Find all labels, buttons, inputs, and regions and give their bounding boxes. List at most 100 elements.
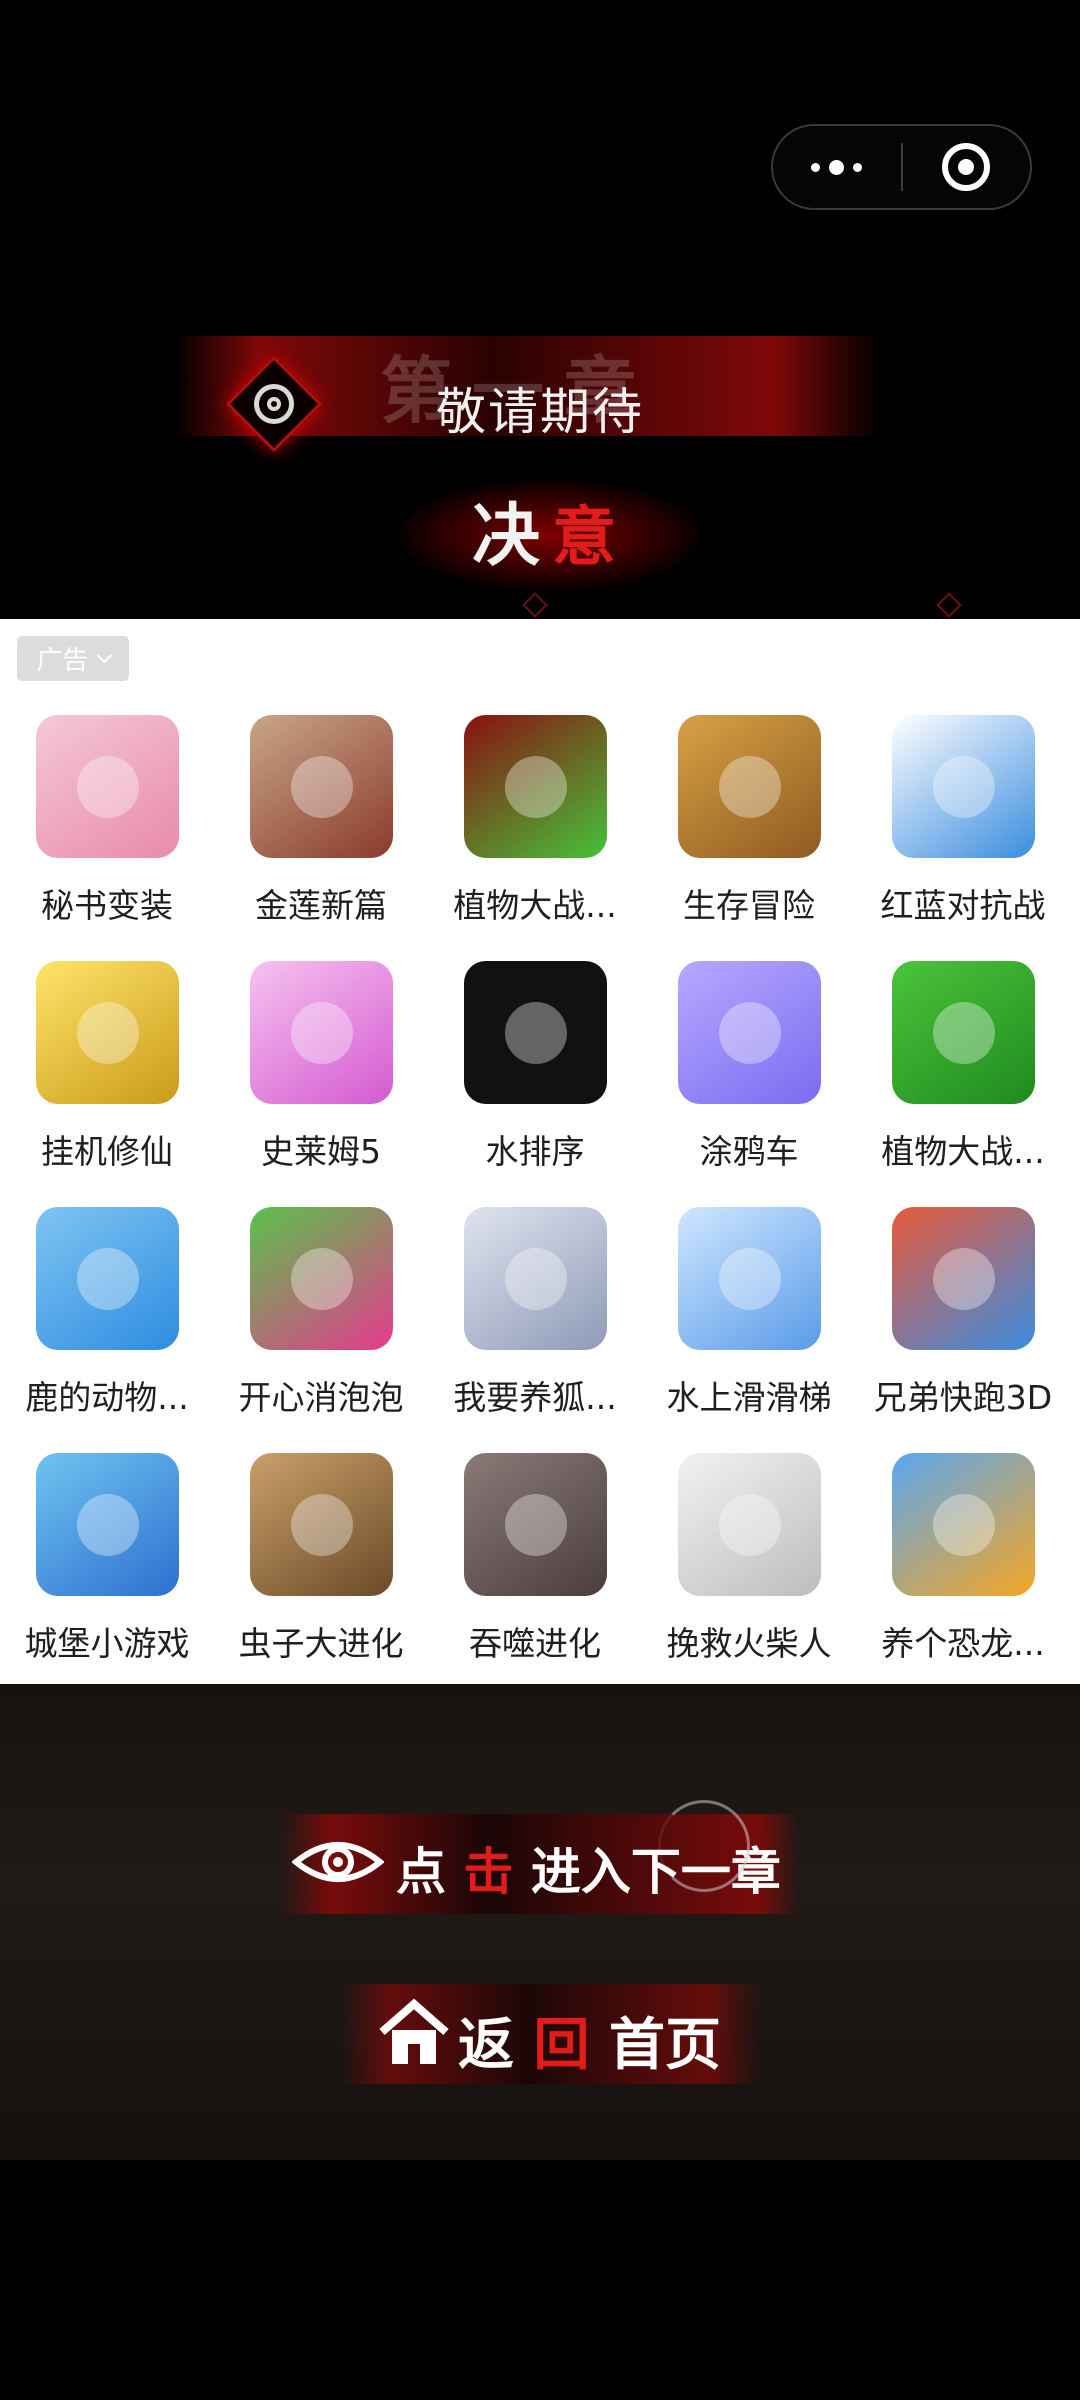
app-label: 植物大战...: [881, 1132, 1045, 1171]
fox-girl-icon: [464, 1207, 607, 1350]
icon-art: [718, 755, 781, 818]
app-tile[interactable]: 生存冒险: [642, 715, 856, 961]
resolve-glow: [400, 480, 700, 590]
app-tile[interactable]: 涂鸦车: [642, 961, 856, 1207]
icon-art: [718, 1001, 781, 1064]
app-tile[interactable]: 植物大战...: [856, 961, 1070, 1207]
runners-icon: [892, 1207, 1035, 1350]
icon-art: [718, 1493, 781, 1556]
app-tile[interactable]: 开心消泡泡: [214, 1207, 428, 1453]
home-label-part1: 返: [458, 2012, 514, 2078]
icon-art: [504, 1247, 567, 1310]
app-label: 水排序: [485, 1132, 585, 1171]
cultivation-icon: [36, 961, 179, 1104]
app-label: 史莱姆5: [261, 1132, 381, 1171]
app-tile[interactable]: 挽救火柴人: [642, 1453, 856, 1699]
app-label: 植物大战...: [453, 886, 617, 925]
app-label: 红蓝对抗战: [880, 886, 1046, 925]
icon-art: [504, 1001, 567, 1064]
dino-icon: [892, 1453, 1035, 1596]
castle-icon: [36, 1453, 179, 1596]
chapter-banner: 第一章 敬请期待 决 意: [0, 300, 1080, 620]
app-tile[interactable]: 养个恐龙...: [856, 1453, 1070, 1699]
app-tile[interactable]: 水上滑滑梯: [642, 1207, 856, 1453]
icon-art: [504, 1493, 567, 1556]
app-label: 吞噬进化: [469, 1624, 601, 1663]
doodle-car-icon: [678, 961, 821, 1104]
icon-art: [76, 1001, 139, 1064]
app-tile[interactable]: 城堡小游戏: [0, 1453, 214, 1699]
app-label: 鹿的动物...: [25, 1378, 189, 1417]
icon-art: [932, 1247, 995, 1310]
icon-art: [932, 1001, 995, 1064]
crowd-icon: [892, 715, 1035, 858]
eye-icon: [292, 1842, 384, 1882]
app-tile[interactable]: 虫子大进化: [214, 1453, 428, 1699]
app-tile[interactable]: 秘书变装: [0, 715, 214, 961]
ad-tag[interactable]: 广告: [17, 636, 129, 681]
lady-icon: [250, 715, 393, 858]
chevron-down-icon: [96, 647, 112, 664]
icon-art: [932, 755, 995, 818]
next-label-part2: 击: [463, 1842, 514, 1901]
miniprogram-capsule: [771, 124, 1032, 210]
slime-icon: [250, 961, 393, 1104]
resolve-title-part2: 意: [552, 500, 616, 575]
app-label: 兄弟快跑3D: [873, 1378, 1053, 1417]
app-label: 虫子大进化: [238, 1624, 404, 1663]
home-label-part2: 回: [533, 2012, 590, 2078]
more-button[interactable]: [773, 126, 901, 208]
bubbles-icon: [250, 1207, 393, 1350]
app-label: 生存冒险: [683, 886, 815, 925]
pepper-icon: [892, 961, 1035, 1104]
icon-art: [290, 755, 353, 818]
app-label: 我要养狐...: [453, 1378, 617, 1417]
icon-art: [504, 755, 567, 818]
return-home-button[interactable]: 返 回 首页: [340, 1984, 760, 2084]
return-home-label: 返 回 首页: [458, 2000, 721, 2081]
app-label: 挽救火柴人: [666, 1624, 832, 1663]
icon-art: [290, 1247, 353, 1310]
app-tile[interactable]: 红蓝对抗战: [856, 715, 1070, 961]
adventure-icon: [678, 715, 821, 858]
app-label: 开心消泡泡: [238, 1378, 404, 1417]
app-label: 城堡小游戏: [24, 1624, 190, 1663]
app-tile[interactable]: 我要养狐...: [428, 1207, 642, 1453]
icon-art: [290, 1493, 353, 1556]
app-tile[interactable]: 金莲新篇: [214, 715, 428, 961]
app-label: 涂鸦车: [699, 1132, 799, 1171]
icon-art: [290, 1001, 353, 1064]
waterslide-icon: [678, 1207, 821, 1350]
target-circle-icon: [942, 143, 991, 191]
coming-soon-text: 敬请期待: [436, 383, 644, 441]
peashooter-icon: [464, 715, 607, 858]
bottom-actions: 点 击 进入下一章 返 回 首页: [0, 1684, 1080, 2160]
stickman-icon: [678, 1453, 821, 1596]
app-label: 挂机修仙: [41, 1132, 173, 1171]
icon-art: [932, 1493, 995, 1556]
arena-icon: [464, 1453, 607, 1596]
home-label-part3: 首页: [609, 2012, 721, 2078]
deer-icon: [36, 1207, 179, 1350]
home-icon: [379, 1998, 449, 2064]
app-tile[interactable]: 史莱姆5: [214, 961, 428, 1207]
icon-art: [76, 755, 139, 818]
app-tile[interactable]: 鹿的动物...: [0, 1207, 214, 1453]
ornament-icon: [522, 592, 548, 618]
secretary-icon: [36, 715, 179, 858]
ad-tag-label: 广告: [36, 646, 89, 676]
app-tile[interactable]: 挂机修仙: [0, 961, 214, 1207]
app-tile[interactable]: 兄弟快跑3D: [856, 1207, 1070, 1453]
ornament-icon: [936, 592, 962, 618]
app-label: 养个恐龙...: [881, 1624, 1045, 1663]
spider-icon: [250, 1453, 393, 1596]
app-tile[interactable]: 植物大战...: [428, 715, 642, 961]
app-tile[interactable]: 吞噬进化: [428, 1453, 642, 1699]
app-tile[interactable]: 水排序: [428, 961, 642, 1207]
more-dots-icon: [811, 159, 863, 175]
ad-panel: 广告 秘书变装 金莲新篇 植物大战... 生存冒险 红蓝对抗战 挂机修仙 史莱姆5 水排序 涂鸦…: [0, 619, 1080, 1684]
resolve-title-part1: 决: [472, 496, 541, 576]
tubes-icon: [464, 961, 607, 1104]
icon-art: [718, 1247, 781, 1310]
close-miniprogram-button[interactable]: [903, 126, 1031, 208]
